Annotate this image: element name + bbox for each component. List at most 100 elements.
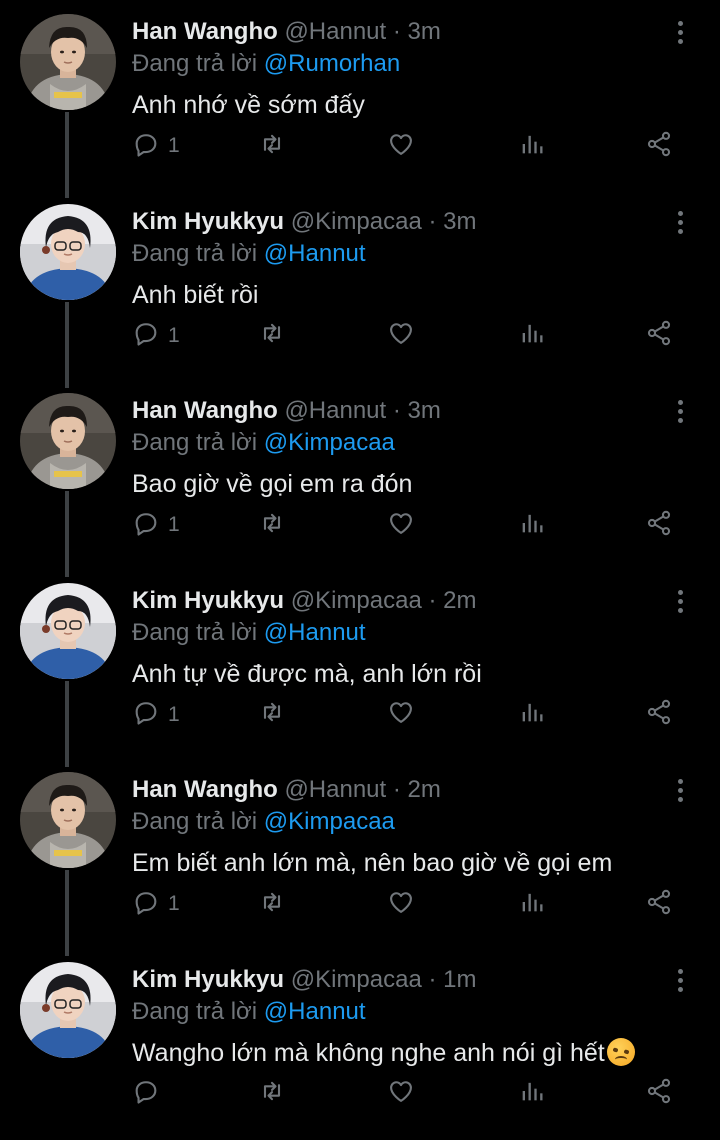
avatar[interactable] bbox=[20, 203, 116, 300]
mention-link[interactable]: @Hannut bbox=[264, 240, 366, 267]
views-button[interactable] bbox=[518, 507, 546, 543]
retweet-button[interactable] bbox=[258, 128, 286, 164]
tweet-text-container: Anh tự về được mà, anh lớn rồi bbox=[132, 657, 482, 691]
separator: · bbox=[428, 207, 437, 235]
more-icon[interactable] bbox=[670, 397, 690, 427]
avatar[interactable] bbox=[20, 582, 116, 679]
more-icon[interactable] bbox=[670, 966, 690, 996]
display-name[interactable]: Han Wangho bbox=[132, 397, 278, 424]
separator: · bbox=[428, 965, 437, 993]
share-icon bbox=[645, 698, 673, 731]
tweet-header: Han Wangho @Hannut · 3m bbox=[132, 395, 441, 427]
reply-button[interactable]: 1 bbox=[132, 886, 180, 922]
share-button[interactable] bbox=[645, 318, 673, 354]
tweet-text: Bao giờ về gọi em ra đón bbox=[132, 470, 413, 498]
share-icon bbox=[645, 888, 673, 921]
views-button[interactable] bbox=[518, 697, 546, 733]
tweet-text-container: Wangho lớn mà không nghe anh nói gì hết bbox=[132, 1036, 635, 1070]
user-handle[interactable]: @Hannut bbox=[284, 18, 386, 45]
like-button[interactable] bbox=[387, 318, 415, 354]
retweet-button[interactable] bbox=[258, 697, 286, 733]
tweet[interactable]: Kim Hyukkyu @Kimpacaa · 1m Đang trả lời … bbox=[0, 948, 720, 1138]
timestamp[interactable]: 1m bbox=[443, 966, 476, 993]
display-name[interactable]: Kim Hyukkyu bbox=[132, 208, 284, 235]
display-name[interactable]: Han Wangho bbox=[132, 776, 278, 803]
tweet[interactable]: Han Wangho @Hannut · 2m Đang trả lời @Ki… bbox=[0, 758, 720, 948]
timestamp[interactable]: 2m bbox=[443, 587, 476, 614]
tweet[interactable]: Kim Hyukkyu @Kimpacaa · 3m Đang trả lời … bbox=[0, 190, 720, 380]
heart-icon bbox=[387, 888, 415, 921]
reply-button[interactable] bbox=[132, 1076, 168, 1112]
timestamp[interactable]: 3m bbox=[408, 397, 441, 424]
avatar[interactable] bbox=[20, 772, 116, 868]
like-button[interactable] bbox=[387, 507, 415, 543]
user-handle[interactable]: @Kimpacaa bbox=[291, 966, 422, 993]
display-name[interactable]: Kim Hyukkyu bbox=[132, 587, 284, 614]
separator: · bbox=[392, 397, 401, 424]
user-handle[interactable]: @Hannut bbox=[284, 397, 386, 424]
views-button[interactable] bbox=[518, 1076, 546, 1112]
retweet-button[interactable] bbox=[258, 886, 286, 922]
retweet-icon bbox=[258, 509, 286, 542]
reply-icon bbox=[132, 1077, 160, 1110]
heart-icon bbox=[387, 1077, 415, 1110]
reply-button[interactable]: 1 bbox=[132, 318, 180, 354]
pouting-face-emoji bbox=[606, 1037, 635, 1066]
reply-button[interactable]: 1 bbox=[132, 507, 180, 543]
views-button[interactable] bbox=[518, 318, 546, 354]
tweet-actions: 1 bbox=[132, 886, 692, 922]
like-button[interactable] bbox=[387, 697, 415, 733]
tweet-text: Wangho lớn mà không nghe anh nói gì hết bbox=[132, 1038, 605, 1067]
more-icon[interactable] bbox=[670, 18, 690, 48]
retweet-button[interactable] bbox=[258, 1076, 286, 1112]
timestamp[interactable]: 2m bbox=[408, 776, 441, 803]
tweet[interactable]: Han Wangho @Hannut · 3m Đang trả lời @Ki… bbox=[0, 379, 720, 569]
more-icon[interactable] bbox=[670, 587, 690, 617]
views-button[interactable] bbox=[518, 886, 546, 922]
tweet-actions bbox=[132, 1076, 692, 1112]
timestamp[interactable]: 3m bbox=[443, 208, 476, 235]
separator: · bbox=[428, 586, 437, 614]
share-button[interactable] bbox=[645, 886, 673, 922]
replying-to-label: Đang trả lời bbox=[132, 808, 258, 835]
reply-button[interactable]: 1 bbox=[132, 697, 180, 733]
reply-icon bbox=[132, 698, 160, 731]
avatar[interactable] bbox=[20, 393, 116, 489]
more-icon[interactable] bbox=[670, 208, 690, 238]
retweet-button[interactable] bbox=[258, 318, 286, 354]
tweet-header: Kim Hyukkyu @Kimpacaa · 2m bbox=[132, 585, 477, 617]
display-name[interactable]: Han Wangho bbox=[132, 18, 278, 45]
tweet-text: Em biết anh lớn mà, nên bao giờ về gọi e… bbox=[132, 849, 613, 877]
tweet[interactable]: Han Wangho @Hannut · 3m Đang trả lời @Ru… bbox=[0, 0, 720, 190]
mention-link[interactable]: @Hannut bbox=[264, 998, 366, 1025]
reply-button[interactable]: 1 bbox=[132, 128, 180, 164]
replying-to: Đang trả lời @Hannut bbox=[132, 996, 366, 1028]
share-button[interactable] bbox=[645, 1076, 673, 1112]
views-button[interactable] bbox=[518, 128, 546, 164]
avatar[interactable] bbox=[20, 961, 116, 1058]
retweet-icon bbox=[258, 698, 286, 731]
tweet-text: Anh biết rồi bbox=[132, 280, 259, 309]
retweet-button[interactable] bbox=[258, 507, 286, 543]
mention-link[interactable]: @Rumorhan bbox=[264, 50, 400, 77]
mention-link[interactable]: @Kimpacaa bbox=[264, 808, 395, 835]
avatar[interactable] bbox=[20, 14, 116, 110]
tweet[interactable]: Kim Hyukkyu @Kimpacaa · 2m Đang trả lời … bbox=[0, 569, 720, 759]
mention-link[interactable]: @Kimpacaa bbox=[264, 429, 395, 456]
tweet-text-container: Bao giờ về gọi em ra đón bbox=[132, 467, 412, 501]
share-button[interactable] bbox=[645, 507, 673, 543]
more-icon[interactable] bbox=[670, 776, 690, 806]
replying-to-label: Đang trả lời bbox=[132, 997, 258, 1025]
like-button[interactable] bbox=[387, 886, 415, 922]
share-button[interactable] bbox=[645, 697, 673, 733]
like-button[interactable] bbox=[387, 1076, 415, 1112]
tweet-header: Kim Hyukkyu @Kimpacaa · 3m bbox=[132, 206, 477, 238]
user-handle[interactable]: @Kimpacaa bbox=[291, 208, 422, 235]
user-handle[interactable]: @Kimpacaa bbox=[291, 587, 422, 614]
timestamp[interactable]: 3m bbox=[408, 18, 441, 45]
like-button[interactable] bbox=[387, 128, 415, 164]
display-name[interactable]: Kim Hyukkyu bbox=[132, 966, 284, 993]
user-handle[interactable]: @Hannut bbox=[284, 776, 386, 803]
share-button[interactable] bbox=[645, 128, 673, 164]
mention-link[interactable]: @Hannut bbox=[264, 619, 366, 646]
